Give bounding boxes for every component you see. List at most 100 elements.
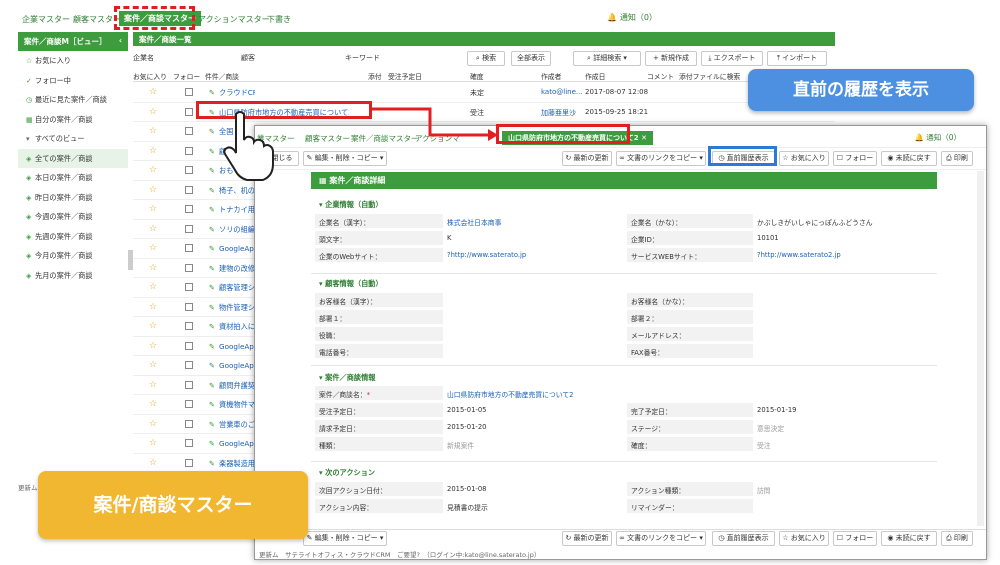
col-attach-search[interactable]: 添付ファイルに検索 — [679, 71, 740, 81]
star-icon[interactable]: ☆ — [149, 458, 157, 468]
star-icon[interactable]: ☆ — [149, 419, 157, 429]
edit-menu-button-bottom[interactable]: ✎ 編集・削除・コピー ▾ — [303, 531, 387, 546]
follow-checkbox[interactable] — [185, 283, 193, 291]
deal-name-link[interactable]: ✎ GoogleAp — [209, 342, 255, 351]
star-icon[interactable]: ☆ — [149, 302, 157, 312]
deal-name-link[interactable]: ✎顧客管理シ — [209, 283, 255, 293]
follow-checkbox[interactable] — [185, 400, 193, 408]
star-icon[interactable]: ☆ — [149, 282, 157, 292]
follow-checkbox[interactable] — [185, 107, 193, 116]
sidebar-group-all-views[interactable]: ▾ すべてのビュー — [18, 129, 128, 149]
print-button[interactable]: ⎙ 印刷 — [941, 151, 973, 166]
table-row[interactable]: ☆ ✎クラウドCRM 開発 未定 kato@line...2017-08-07 12:… — [133, 83, 835, 103]
sidebar-item-favorites[interactable]: ☆ お気に入り — [18, 51, 128, 71]
copy-link-button[interactable]: ∞ 文書のリンクをコピー ▾ — [616, 151, 706, 166]
deal-name-link[interactable]: ✎ GoogleAp — [209, 361, 255, 370]
service-website-value[interactable]: ?http://www.saterato2.jp — [757, 251, 841, 259]
star-icon[interactable]: ☆ — [149, 263, 157, 273]
nav-drafts[interactable]: 下書き — [267, 14, 291, 25]
star-icon[interactable]: ☆ — [149, 165, 157, 175]
col-attach[interactable]: 添付 — [368, 71, 382, 81]
sidebar-item-following[interactable]: ✓ フォロー中 — [18, 71, 128, 91]
import-button[interactable]: ⤒ インポート — [767, 51, 827, 66]
follow-checkbox[interactable] — [185, 185, 193, 194]
deal-name-link[interactable]: ✎クラウドCRM 開発 — [209, 88, 255, 98]
detail-notice-link[interactable]: 🔔 通知（0） — [914, 132, 961, 143]
deal-name-link[interactable]: ✎ 楽器製造用 — [209, 459, 255, 469]
follow-checkbox[interactable] — [185, 361, 193, 369]
sidebar-view-all[interactable]: ◈ 全ての案件／商談 — [18, 148, 128, 168]
follow-button-bottom[interactable]: ☐ フォロー — [833, 531, 877, 546]
search-button[interactable]: ⌕ 検索 — [467, 51, 505, 66]
sidebar-view-last-week[interactable]: ◈ 先週の案件／商談 — [18, 227, 128, 247]
advanced-search-button[interactable]: ⌕ 詳細検索 ▾ — [573, 51, 641, 66]
col-certainty[interactable]: 確度 — [470, 71, 484, 81]
deal-name-link[interactable]: ✎ 顧問弁護契 — [209, 381, 255, 391]
star-icon[interactable]: ☆ — [149, 146, 157, 156]
row-creator[interactable]: kato@line... — [541, 88, 583, 96]
star-icon[interactable]: ☆ — [149, 438, 157, 448]
favorite-button[interactable]: ☆ お気に入り — [779, 151, 829, 166]
follow-checkbox[interactable] — [185, 127, 193, 135]
deal-name-link[interactable]: ✎ ソリの組編 — [209, 225, 255, 235]
col-due[interactable]: 受注予定日 — [388, 71, 422, 81]
col-follow[interactable]: フォロー — [173, 71, 200, 81]
sidebar-view-this-month[interactable]: ◈ 今月の案件／商談 — [18, 246, 128, 266]
sidebar-view-today[interactable]: ◈ 本日の案件／商談 — [18, 168, 128, 188]
deal-name-link[interactable]: ✎ トナカイ用 — [209, 205, 255, 215]
sidebar-view-this-week[interactable]: ◈ 今週の案件／商談 — [18, 207, 128, 227]
follow-checkbox[interactable] — [185, 458, 193, 467]
follow-checkbox[interactable] — [185, 439, 193, 447]
col-creator[interactable]: 作成者 — [541, 71, 561, 81]
deal-name-link[interactable]: ✎ 椅子、机の — [209, 186, 255, 196]
col-created[interactable]: 作成日 — [585, 71, 605, 81]
deal-name-link[interactable]: ✎ 建物の改修 — [209, 264, 255, 274]
follow-checkbox[interactable] — [185, 263, 193, 272]
deal-name-link[interactable]: ✎ 資機物件マ — [209, 400, 255, 410]
favorite-button-bottom[interactable]: ☆ お気に入り — [779, 531, 829, 546]
follow-checkbox[interactable] — [185, 322, 193, 330]
deal-name-link[interactable]: ✎ GoogleAp — [209, 244, 255, 253]
follow-checkbox[interactable] — [185, 341, 193, 350]
nav-action-master[interactable]: アクションマスター — [198, 14, 270, 25]
sidebar-view-last-month[interactable]: ◈ 先月の案件／商談 — [18, 266, 128, 286]
deal-name-value[interactable]: 山口県防府市地方の不動産売買について2 — [447, 389, 573, 399]
follow-checkbox[interactable] — [185, 244, 193, 252]
detail-scrollbar[interactable] — [977, 171, 984, 526]
follow-checkbox[interactable] — [185, 380, 193, 389]
company-name-value[interactable]: 株式会社日本商事 — [447, 217, 501, 227]
sidebar-item-mine[interactable]: ▦ 自分の案件／商談 — [18, 110, 128, 130]
print-button-bottom[interactable]: ⎙ 印刷 — [941, 531, 973, 546]
follow-checkbox[interactable] — [185, 419, 193, 428]
history-button-bottom[interactable]: ◷ 直前履歴表示 — [712, 531, 775, 546]
follow-checkbox[interactable] — [185, 88, 193, 96]
deal-name-link[interactable]: ✎ 営業車のご — [209, 420, 255, 430]
follow-checkbox[interactable] — [185, 166, 193, 174]
notice-link[interactable]: 🔔 通知（0） — [607, 12, 657, 23]
col-comment[interactable]: コメント — [647, 71, 674, 81]
follow-checkbox[interactable] — [185, 205, 193, 213]
new-button[interactable]: + 新規作成 — [645, 51, 697, 66]
star-icon[interactable]: ☆ — [149, 360, 157, 370]
detail-nav-client[interactable]: 顧客マスター — [305, 133, 350, 144]
col-favorite[interactable]: お気に入り — [133, 71, 167, 81]
edit-menu-button[interactable]: ✎ 編集・削除・コピー ▾ — [303, 151, 387, 166]
mark-unread-button-bottom[interactable]: ◉ 未読に戻す — [881, 531, 937, 546]
refresh-button[interactable]: ↻ 最新の更新 — [562, 151, 612, 166]
star-icon[interactable]: ☆ — [149, 107, 157, 117]
star-icon[interactable]: ☆ — [149, 224, 157, 234]
star-icon[interactable]: ☆ — [149, 204, 157, 214]
star-icon[interactable]: ☆ — [149, 321, 157, 331]
follow-button[interactable]: ☐ フォロー — [833, 151, 877, 166]
sidebar-view-yesterday[interactable]: ◈ 昨日の案件／商談 — [18, 188, 128, 208]
star-icon[interactable]: ☆ — [149, 243, 157, 253]
follow-checkbox[interactable] — [185, 146, 193, 155]
deal-name-link[interactable]: ✎ 資材拍入に — [209, 322, 255, 332]
export-button[interactable]: ⤓ エクスポート — [701, 51, 763, 66]
close-icon[interactable]: ✕ — [641, 134, 647, 142]
refresh-button-bottom[interactable]: ↻ 最新の更新 — [562, 531, 612, 546]
company-website-value[interactable]: ?http://www.saterato.jp — [447, 251, 526, 259]
col-deal[interactable]: 件件／商談 — [205, 71, 239, 81]
star-icon[interactable]: ☆ — [149, 185, 157, 195]
deal-name-link[interactable]: ✎ 物件管理シ — [209, 303, 255, 313]
